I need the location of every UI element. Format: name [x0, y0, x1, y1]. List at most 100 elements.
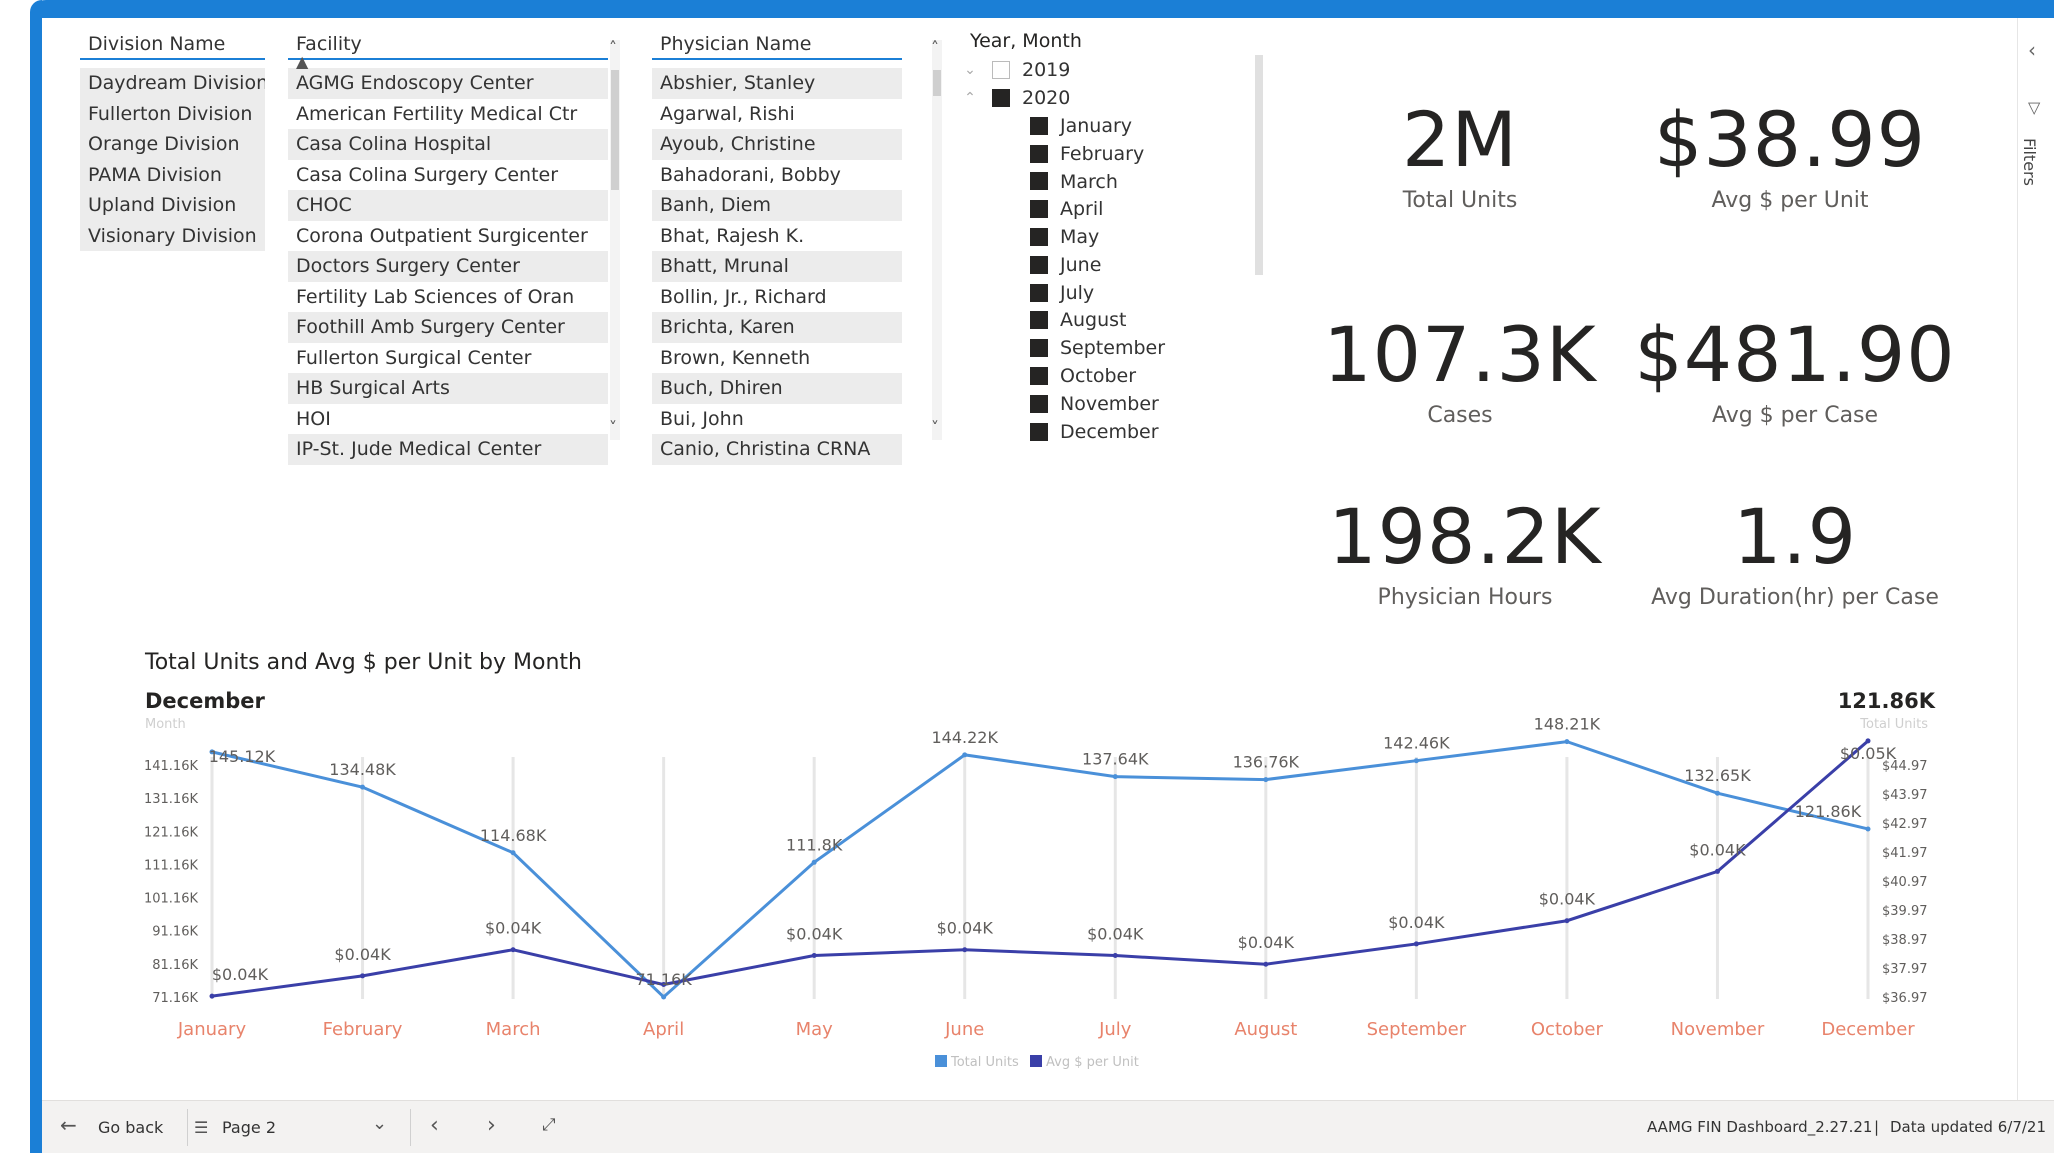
- month-row[interactable]: February: [960, 140, 1290, 168]
- month-checkbox[interactable]: [1030, 394, 1048, 413]
- go-back-button[interactable]: Go back: [98, 1118, 163, 1137]
- month-checkbox[interactable]: [1030, 200, 1048, 219]
- total-units-point[interactable]: [1112, 774, 1118, 780]
- year-row[interactable]: ⌃ 2020: [960, 84, 1290, 112]
- physician-slicer-item[interactable]: Bollin, Jr., Richard: [652, 282, 902, 313]
- month-row[interactable]: August: [960, 307, 1290, 335]
- total-units-point[interactable]: [661, 994, 667, 1000]
- month-row[interactable]: October: [960, 362, 1290, 390]
- physician-scroll-up-icon[interactable]: ˄: [931, 38, 939, 57]
- avg-per-unit-point[interactable]: [1263, 961, 1269, 967]
- total-units-point[interactable]: [1865, 826, 1871, 832]
- division-slicer-item[interactable]: Orange Division: [80, 129, 265, 160]
- month-row[interactable]: July: [960, 279, 1290, 307]
- physician-scroll-down-icon[interactable]: ˅: [931, 418, 939, 437]
- total-units-point[interactable]: [1714, 790, 1720, 796]
- facility-slicer-item[interactable]: American Fertility Medical Ctr: [288, 99, 608, 130]
- total-units-point[interactable]: [962, 752, 968, 758]
- fullscreen-icon[interactable]: ⤢: [542, 1115, 556, 1135]
- month-row[interactable]: December: [960, 418, 1290, 446]
- collapse-filters-icon[interactable]: ‹: [2028, 38, 2036, 62]
- month-row[interactable]: September: [960, 334, 1290, 362]
- avg-per-unit-point[interactable]: [1714, 868, 1720, 874]
- avg-per-unit-point[interactable]: [962, 947, 968, 953]
- filters-pane[interactable]: ‹ ▽ Filters: [2017, 18, 2054, 1100]
- collapse-chevron-icon[interactable]: ⌃: [960, 84, 980, 112]
- units-avg-line-chart[interactable]: December Month 121.86K Total Units 71.16K 81.…: [130, 685, 1960, 1075]
- division-slicer-item[interactable]: Daydream Division: [80, 68, 265, 99]
- next-page-icon[interactable]: ›: [487, 1113, 496, 1138]
- month-checkbox[interactable]: [1030, 422, 1048, 441]
- physician-slicer-item[interactable]: Buch, Dhiren: [652, 373, 902, 404]
- physician-slicer-item[interactable]: Bhat, Rajesh K.: [652, 221, 902, 252]
- month-checkbox[interactable]: [1030, 228, 1048, 247]
- total-units-point[interactable]: [510, 850, 516, 856]
- facility-slicer-item[interactable]: Casa Colina Hospital: [288, 129, 608, 160]
- avg-per-unit-point[interactable]: [1564, 918, 1570, 924]
- month-checkbox[interactable]: [1030, 172, 1048, 191]
- physician-slicer-item[interactable]: Bahadorani, Bobby: [652, 160, 902, 191]
- month-checkbox[interactable]: [1030, 311, 1048, 330]
- division-slicer-item[interactable]: PAMA Division: [80, 159, 265, 190]
- total-units-point[interactable]: [1413, 758, 1419, 764]
- month-row[interactable]: November: [960, 390, 1290, 418]
- avg-per-unit-point[interactable]: [1112, 953, 1118, 959]
- total-units-point[interactable]: [1564, 739, 1570, 745]
- year-row[interactable]: ⌄ 2019: [960, 56, 1290, 84]
- avg-per-unit-point[interactable]: [1413, 941, 1419, 947]
- avg-per-unit-point[interactable]: [360, 973, 366, 979]
- facility-scrollbar[interactable]: [610, 40, 620, 440]
- month-row[interactable]: June: [960, 251, 1290, 279]
- physician-slicer-item[interactable]: Ayoub, Christine: [652, 129, 902, 160]
- total-units-point[interactable]: [360, 784, 366, 790]
- month-row[interactable]: May: [960, 223, 1290, 251]
- month-checkbox[interactable]: [1030, 144, 1048, 163]
- back-arrow-icon[interactable]: ←: [60, 1113, 77, 1137]
- division-slicer-item[interactable]: Fullerton Division: [80, 98, 265, 129]
- physician-slicer-item[interactable]: Abshier, Stanley: [652, 68, 902, 99]
- month-checkbox[interactable]: [1030, 255, 1048, 274]
- month-checkbox[interactable]: [1030, 367, 1048, 386]
- physician-slicer-item[interactable]: Brichta, Karen: [652, 312, 902, 343]
- physician-slicer-item[interactable]: Bui, John: [652, 404, 902, 435]
- facility-slicer-item[interactable]: Doctors Surgery Center: [288, 251, 608, 282]
- month-row[interactable]: March: [960, 168, 1290, 196]
- month-row[interactable]: January: [960, 112, 1290, 140]
- facility-slicer-item[interactable]: AGMG Endoscopy Center: [288, 68, 608, 99]
- page-dropdown-chevron-icon[interactable]: ⌄: [372, 1113, 387, 1134]
- avg-per-unit-point[interactable]: [510, 947, 516, 953]
- month-checkbox[interactable]: [1030, 283, 1048, 302]
- year-checkbox[interactable]: [992, 61, 1010, 79]
- physician-slicer-item[interactable]: Brown, Kenneth: [652, 343, 902, 374]
- total-units-point[interactable]: [811, 859, 817, 865]
- page-selector[interactable]: Page 2: [222, 1118, 276, 1137]
- physician-slicer-item[interactable]: Banh, Diem: [652, 190, 902, 221]
- facility-slicer-item[interactable]: Fertility Lab Sciences of Oran: [288, 282, 608, 313]
- avg-per-unit-point[interactable]: [811, 953, 817, 959]
- facility-slicer-item[interactable]: HOI: [288, 404, 608, 435]
- physician-slicer-item[interactable]: Agarwal, Rishi: [652, 99, 902, 130]
- expand-chevron-icon[interactable]: ⌄: [960, 56, 980, 84]
- avg-per-unit-point[interactable]: [209, 993, 215, 999]
- physician-scrollbar[interactable]: [932, 40, 942, 440]
- facility-scroll-down-icon[interactable]: ˅: [609, 418, 617, 437]
- month-row[interactable]: April: [960, 195, 1290, 223]
- facility-slicer-item[interactable]: HB Surgical Arts: [288, 373, 608, 404]
- facility-slicer-item[interactable]: IP-St. Jude Medical Center: [288, 434, 608, 465]
- month-checkbox[interactable]: [1030, 116, 1048, 135]
- facility-slicer-item[interactable]: Fullerton Surgical Center: [288, 343, 608, 374]
- facility-sort-icon[interactable]: ▲: [296, 52, 308, 71]
- avg-per-unit-point[interactable]: [1865, 738, 1871, 744]
- division-slicer-item[interactable]: Upland Division: [80, 190, 265, 221]
- facility-slicer-item[interactable]: Corona Outpatient Surgicenter: [288, 221, 608, 252]
- month-checkbox[interactable]: [1030, 339, 1048, 358]
- division-slicer-item[interactable]: Visionary Division: [80, 220, 265, 251]
- physician-slicer-item[interactable]: Bhatt, Mrunal: [652, 251, 902, 282]
- facility-slicer-item[interactable]: CHOC: [288, 190, 608, 221]
- previous-page-icon[interactable]: ‹: [430, 1113, 439, 1138]
- physician-slicer-item[interactable]: Canio, Christina CRNA: [652, 434, 902, 465]
- total-units-point[interactable]: [1263, 777, 1269, 783]
- facility-slicer-item[interactable]: Casa Colina Surgery Center: [288, 160, 608, 191]
- year-checkbox[interactable]: [992, 89, 1010, 107]
- year-month-scrollbar[interactable]: [1254, 55, 1264, 280]
